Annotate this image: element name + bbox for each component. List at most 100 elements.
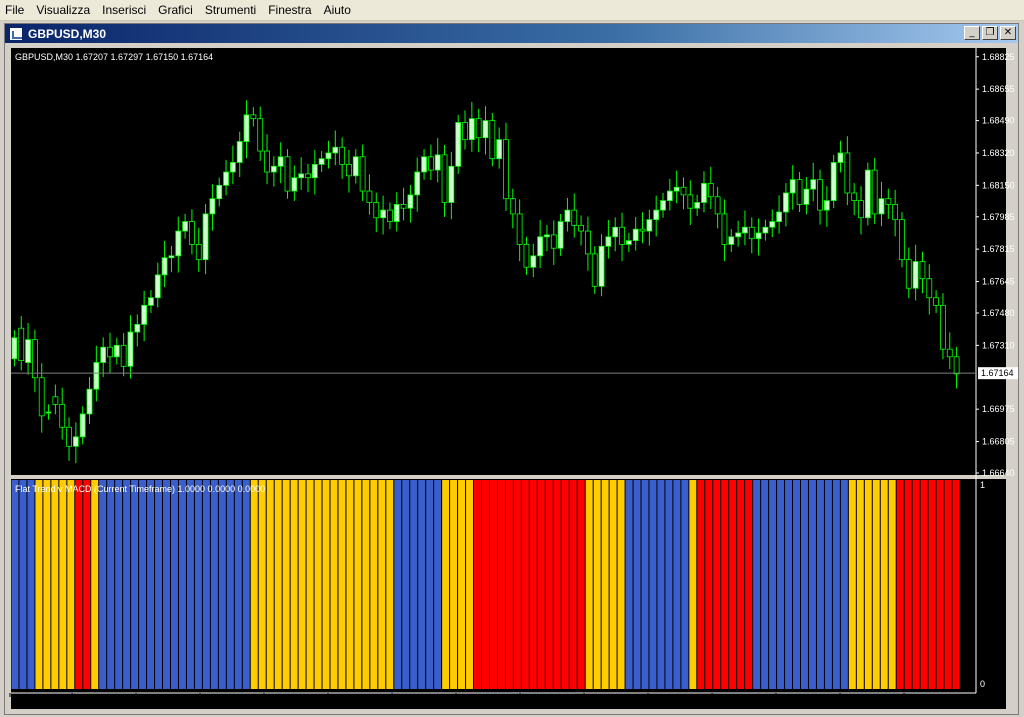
candle-body	[161, 257, 168, 276]
main-pane-background	[11, 48, 1006, 475]
candle-body	[905, 259, 912, 289]
indicator-bar	[593, 480, 601, 689]
indicator-bar	[458, 480, 466, 689]
candle-body	[325, 152, 332, 160]
time-tick-label: 17 Nov 20:00	[586, 695, 640, 705]
indicator-bar	[370, 480, 378, 689]
candle-body	[653, 209, 660, 221]
candle-body	[100, 346, 107, 363]
candle-body	[86, 388, 93, 415]
candle-body	[339, 146, 346, 165]
time-tick-label: 17 Nov 08:00	[394, 695, 448, 705]
candle-body	[393, 203, 400, 222]
candle-body	[257, 118, 264, 152]
indicator-bar	[657, 480, 665, 689]
candle-body	[475, 118, 482, 139]
candle-body	[318, 158, 325, 165]
candle-body	[400, 203, 407, 209]
candle-body	[776, 211, 782, 222]
time-tick-label: 17 Nov 04:00	[330, 695, 384, 705]
indicator-bar	[43, 480, 51, 689]
candle-body	[380, 209, 386, 219]
indicator-tick-label: 0	[980, 679, 985, 689]
candle-body	[625, 240, 632, 245]
candle-body	[18, 327, 25, 362]
indicator-bar	[872, 480, 880, 689]
indicator-bar	[75, 480, 83, 689]
indicator-bar	[378, 480, 386, 689]
candle-body	[229, 162, 236, 173]
indicator-bar	[944, 480, 952, 689]
indicator-bar	[170, 480, 178, 689]
candle-body	[660, 200, 666, 211]
indicator-bar	[848, 480, 856, 689]
candle-body	[31, 339, 38, 379]
indicator-bar	[186, 480, 194, 689]
indicator-bar	[306, 480, 314, 689]
indicator-label: Flat Trend v MACD (Current Timeframe) 1.…	[15, 484, 265, 494]
candle-body	[195, 244, 202, 261]
candle-body	[803, 188, 810, 205]
candle-body	[605, 236, 612, 247]
candle-body	[298, 173, 305, 179]
indicator-bar	[346, 480, 354, 689]
indicator-bar	[521, 480, 529, 689]
indicator-bar	[577, 480, 585, 689]
candle-body	[817, 179, 823, 211]
price-tick-label: 1.66975	[982, 404, 1015, 414]
candle-body	[728, 236, 735, 245]
candle-body	[530, 255, 537, 268]
price-tick-label: 1.68490	[982, 116, 1015, 126]
candle-body	[134, 324, 141, 333]
indicator-bar	[107, 480, 115, 689]
indicator-bar	[505, 480, 513, 689]
indicator-bar	[801, 480, 808, 689]
candle-body	[912, 261, 919, 289]
time-tick-label: 16 Nov 2009	[12, 695, 63, 705]
candle-body	[742, 226, 748, 234]
indicator-bar	[155, 480, 163, 689]
candle-body	[858, 200, 864, 219]
candle-body	[919, 261, 926, 280]
indicator-bar	[11, 480, 19, 689]
indicator-bar	[785, 480, 793, 689]
candle-body	[537, 236, 544, 257]
candle-body	[714, 196, 721, 215]
candle-body	[946, 348, 953, 358]
time-tick-label: 18 Nov 08:00	[778, 695, 832, 705]
candle-body	[646, 219, 653, 232]
candle-body	[52, 396, 59, 405]
indicator-bar	[880, 480, 888, 689]
price-tick-label: 1.66805	[982, 437, 1015, 447]
indicator-bar	[753, 480, 761, 689]
candle-body	[878, 198, 885, 215]
indicator-bar	[904, 480, 912, 689]
indicator-bar	[689, 480, 697, 689]
indicator-bar	[777, 480, 785, 689]
indicator-bar	[745, 480, 753, 689]
price-tick-label: 1.67645	[982, 277, 1015, 287]
candle-body	[154, 274, 161, 299]
pane-separator	[11, 475, 1006, 479]
indicator-bar	[625, 480, 633, 689]
indicator-bar	[497, 480, 505, 689]
candle-body	[468, 118, 475, 141]
candle-body	[694, 202, 701, 209]
candle-body	[209, 198, 216, 215]
candle-body	[544, 234, 550, 238]
indicator-bar	[569, 480, 577, 689]
indicator-bar	[67, 480, 75, 689]
indicator-bar	[123, 480, 131, 689]
indicator-bar	[147, 480, 155, 689]
candle-body	[93, 362, 100, 390]
candle-body	[11, 337, 18, 360]
indicator-bar	[856, 480, 864, 689]
indicator-bar	[864, 480, 872, 689]
indicator-bar	[298, 480, 306, 689]
indicator-bar	[290, 480, 298, 689]
indicator-bar	[808, 480, 816, 689]
candle-body	[940, 304, 946, 350]
candle-body	[25, 339, 31, 363]
candle-body	[45, 411, 52, 414]
indicator-bar	[466, 480, 474, 689]
